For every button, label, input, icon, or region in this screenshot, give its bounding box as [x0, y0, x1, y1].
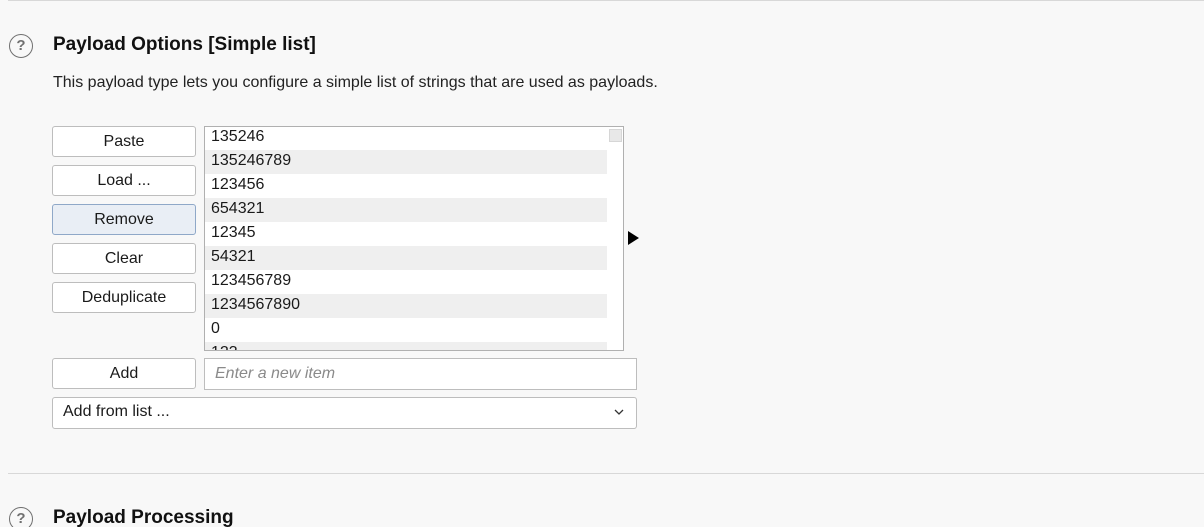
new-item-input[interactable] — [204, 358, 637, 390]
list-item[interactable]: 135246 — [205, 127, 608, 150]
help-icon-glyph: ? — [16, 37, 26, 54]
load-button[interactable]: Load ... — [52, 165, 196, 196]
list-scrollbar[interactable] — [607, 127, 623, 350]
expand-arrow-icon[interactable] — [628, 231, 639, 245]
remove-button[interactable]: Remove — [52, 204, 196, 235]
list-item[interactable]: 54321 — [205, 246, 608, 270]
payload-options-panel: ? Payload Options [Simple list] This pay… — [0, 0, 1204, 527]
deduplicate-button[interactable]: Deduplicate — [52, 282, 196, 313]
list-item[interactable]: 123456789 — [205, 270, 608, 294]
top-divider — [8, 0, 1204, 1]
list-item[interactable]: 123456 — [205, 174, 608, 198]
section-description: This payload type lets you configure a s… — [53, 74, 658, 91]
list-item[interactable]: 1234567890 — [205, 294, 608, 318]
add-from-list-label: Add from list ... — [63, 403, 170, 420]
list-scrollbar-thumb[interactable] — [609, 129, 622, 142]
list-item[interactable]: 654321 — [205, 198, 608, 222]
chevron-down-icon — [614, 409, 624, 415]
payload-list-items: 135246 135246789 123456 654321 12345 543… — [205, 127, 608, 350]
clear-button[interactable]: Clear — [52, 243, 196, 274]
add-from-list-select[interactable]: Add from list ... — [52, 397, 637, 429]
list-item[interactable]: 123 — [205, 342, 608, 350]
section-title-payload-processing: Payload Processing — [53, 507, 234, 527]
section-title-payload-options: Payload Options [Simple list] — [53, 34, 316, 55]
section-divider — [8, 473, 1204, 474]
list-item[interactable]: 135246789 — [205, 150, 608, 174]
list-item[interactable]: 0 — [205, 318, 608, 342]
help-icon[interactable]: ? — [9, 507, 33, 527]
help-icon[interactable]: ? — [9, 34, 33, 58]
add-button[interactable]: Add — [52, 358, 196, 389]
help-icon-glyph: ? — [16, 510, 26, 527]
list-item[interactable]: 12345 — [205, 222, 608, 246]
payload-list[interactable]: 135246 135246789 123456 654321 12345 543… — [204, 126, 624, 351]
paste-button[interactable]: Paste — [52, 126, 196, 157]
